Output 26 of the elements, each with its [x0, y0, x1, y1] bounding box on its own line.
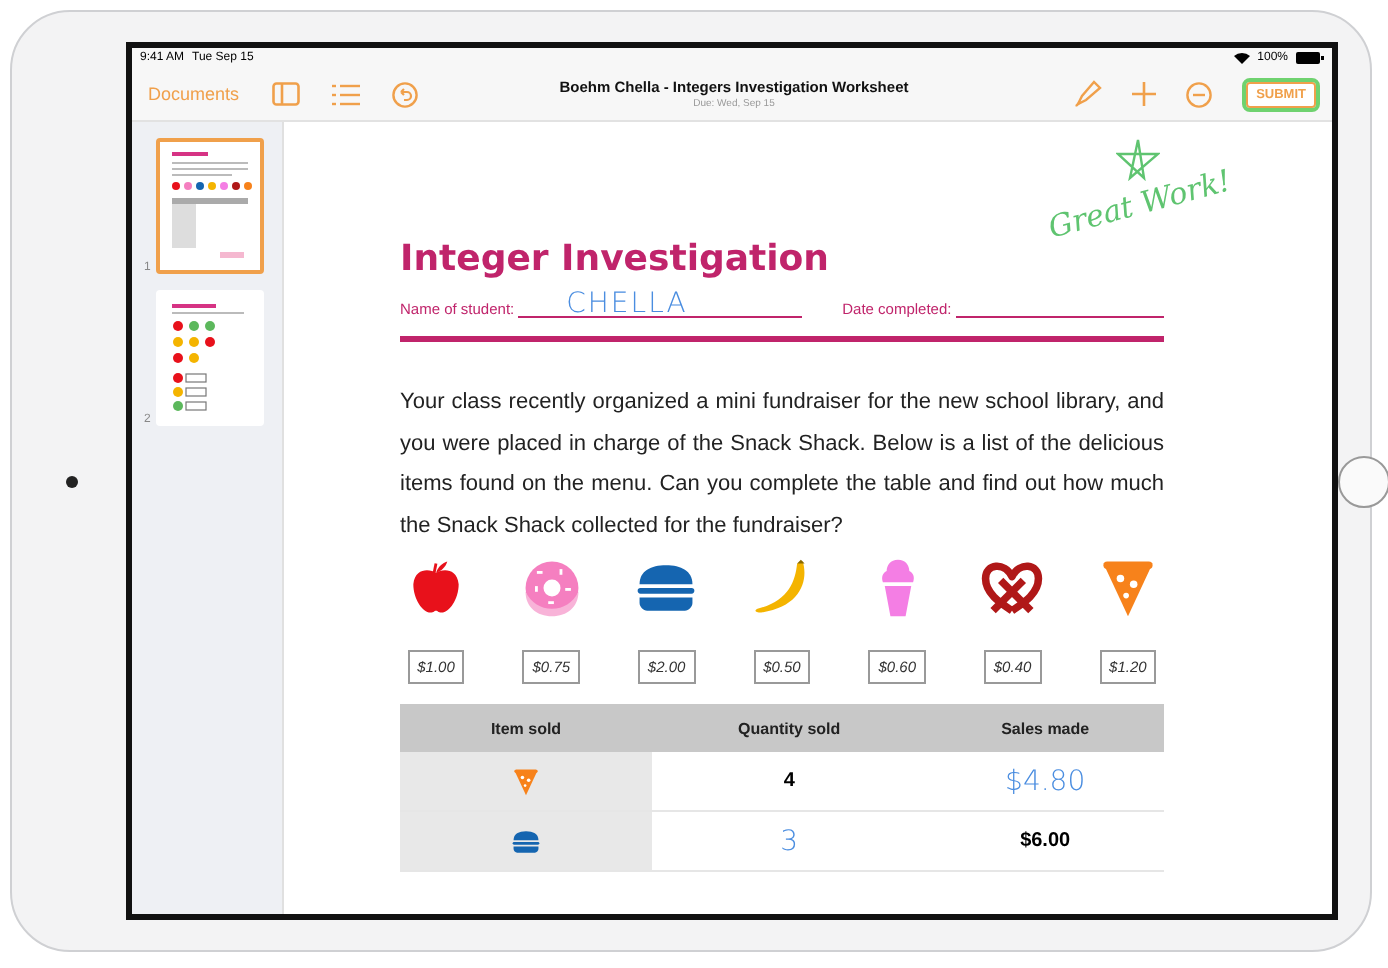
pizza-slice-icon	[510, 765, 543, 797]
table-cell[interactable]: $4.80	[926, 752, 1164, 811]
intro-paragraph: Your class recently organized a mini fundraiser for the new school library, and you were placed in charge of the Snack Shack. Below is a list of the delicious items found on the menu. Can you complete the table and find out how much the Snack Shack collected for the fundraiser?	[400, 388, 1164, 541]
worksheet-heading: Integer Investigation	[400, 238, 831, 282]
column-header: Sales made	[926, 704, 1164, 752]
handwritten-note: Great Work!	[1043, 162, 1234, 246]
undo-icon[interactable]	[391, 81, 418, 107]
wifi-icon	[1233, 52, 1250, 64]
sidebar-icon[interactable]	[271, 82, 300, 106]
column-header: Quantity sold	[652, 704, 927, 752]
name-field[interactable]: CHELLA	[518, 288, 803, 318]
camera-dot	[66, 475, 78, 487]
marker-icon[interactable]	[1074, 80, 1103, 108]
table-cell[interactable]: 4	[652, 752, 927, 811]
page-thumbnail[interactable]	[156, 290, 265, 426]
table-cell[interactable]: 3	[652, 811, 927, 871]
minus-circle-icon[interactable]	[1186, 81, 1213, 107]
battery-icon	[1296, 52, 1324, 64]
list-icon[interactable]	[331, 83, 360, 105]
page-thumbnail[interactable]	[156, 138, 265, 274]
plus-icon[interactable]	[1132, 82, 1157, 106]
column-header: Item sold	[400, 704, 653, 752]
burger-icon	[510, 825, 543, 857]
documents-button[interactable]: Documents	[148, 84, 240, 104]
table-cell[interactable]: $6.00	[926, 811, 1164, 871]
home-button[interactable]	[1338, 455, 1388, 507]
